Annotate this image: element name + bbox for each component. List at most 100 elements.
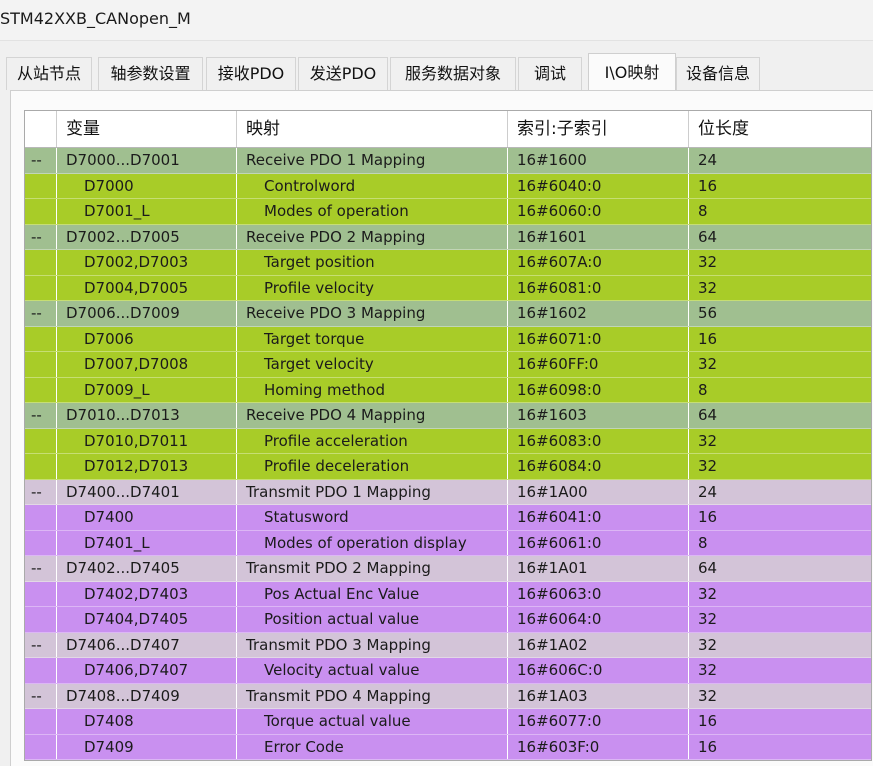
table-group-row[interactable]: --D7400...D7401Transmit PDO 1 Mapping16#…	[25, 480, 871, 506]
collapse-toggle[interactable]: --	[25, 148, 57, 173]
mapping-cell: Error Code	[237, 735, 508, 760]
table-group-row[interactable]: --D7406...D7407Transmit PDO 3 Mapping16#…	[25, 633, 871, 659]
mapping-cell: Target velocity	[237, 352, 508, 377]
index-cell: 16#6081:0	[508, 276, 689, 301]
index-cell: 16#6064:0	[508, 607, 689, 632]
variable-cell[interactable]: D7406,D7407	[57, 658, 237, 683]
table-group-row[interactable]: --D7010...D7013Receive PDO 4 Mapping16#1…	[25, 403, 871, 429]
bit-length-cell: 16	[689, 174, 871, 199]
table-row[interactable]: D7400Statusword16#6041:016	[25, 505, 871, 531]
table-row[interactable]: D7408Torque actual value16#6077:016	[25, 709, 871, 735]
variable-cell[interactable]: D7000	[57, 174, 237, 199]
variable-cell[interactable]: D7406...D7407	[57, 633, 237, 658]
index-cell: 16#1A03	[508, 684, 689, 709]
table-row[interactable]: D7406,D7407Velocity actual value16#606C:…	[25, 658, 871, 684]
bit-length-cell: 16	[689, 709, 871, 734]
table-row[interactable]: D7010,D7011Profile acceleration16#6083:0…	[25, 429, 871, 455]
table-group-row[interactable]: --D7006...D7009Receive PDO 3 Mapping16#1…	[25, 301, 871, 327]
variable-cell[interactable]: D7010...D7013	[57, 403, 237, 428]
collapse-toggle[interactable]: --	[25, 225, 57, 250]
table-row[interactable]: D7000Controlword16#6040:016	[25, 174, 871, 200]
table-group-row[interactable]: --D7408...D7409Transmit PDO 4 Mapping16#…	[25, 684, 871, 710]
variable-cell[interactable]: D7007,D7008	[57, 352, 237, 377]
collapse-toggle[interactable]: --	[25, 480, 57, 505]
variable-cell[interactable]: D7000...D7001	[57, 148, 237, 173]
index-cell: 16#1603	[508, 403, 689, 428]
table-row[interactable]: D7002,D7003Target position16#607A:032	[25, 250, 871, 276]
tab-device-info[interactable]: 设备信息	[676, 57, 760, 90]
collapse-toggle[interactable]: --	[25, 684, 57, 709]
collapse-toggle[interactable]: --	[25, 633, 57, 658]
variable-cell[interactable]: D7404,D7405	[57, 607, 237, 632]
variable-cell[interactable]: D7009_L	[57, 378, 237, 403]
index-cell: 16#6060:0	[508, 199, 689, 224]
tab-slave-node[interactable]: 从站节点	[6, 57, 92, 90]
mapping-cell: Statusword	[237, 505, 508, 530]
table-row[interactable]: D7004,D7005Profile velocity16#6081:032	[25, 276, 871, 302]
variable-cell[interactable]: D7400...D7401	[57, 480, 237, 505]
table-group-row[interactable]: --D7002...D7005Receive PDO 2 Mapping16#1…	[25, 225, 871, 251]
bit-length-cell: 64	[689, 225, 871, 250]
variable-cell[interactable]: D7402...D7405	[57, 556, 237, 581]
mapping-cell: Receive PDO 3 Mapping	[237, 301, 508, 326]
mapping-cell: Profile velocity	[237, 276, 508, 301]
row-spacer	[25, 327, 57, 352]
variable-cell[interactable]: D7402,D7403	[57, 582, 237, 607]
bit-length-cell: 16	[689, 505, 871, 530]
variable-cell[interactable]: D7408	[57, 709, 237, 734]
table-row[interactable]: D7001_LModes of operation16#6060:08	[25, 199, 871, 225]
bit-length-cell: 64	[689, 403, 871, 428]
tab-receive-pdo[interactable]: 接收PDO	[206, 57, 296, 90]
mapping-cell: Receive PDO 2 Mapping	[237, 225, 508, 250]
table-row[interactable]: D7007,D7008Target velocity16#60FF:032	[25, 352, 871, 378]
mapping-cell: Transmit PDO 2 Mapping	[237, 556, 508, 581]
collapse-toggle[interactable]: --	[25, 556, 57, 581]
table-group-row[interactable]: --D7000...D7001Receive PDO 1 Mapping16#1…	[25, 148, 871, 174]
table-row[interactable]: D7401_LModes of operation display16#6061…	[25, 531, 871, 557]
variable-cell[interactable]: D7401_L	[57, 531, 237, 556]
variable-cell[interactable]: D7010,D7011	[57, 429, 237, 454]
mapping-cell: Receive PDO 1 Mapping	[237, 148, 508, 173]
header-mapping[interactable]: 映射	[237, 111, 508, 147]
header-bit-length[interactable]: 位长度	[689, 111, 871, 147]
table-row[interactable]: D7009_LHoming method16#6098:08	[25, 378, 871, 404]
table-row[interactable]: D7006Target torque16#6071:016	[25, 327, 871, 353]
variable-cell[interactable]: D7006...D7009	[57, 301, 237, 326]
variable-cell[interactable]: D7408...D7409	[57, 684, 237, 709]
table-row[interactable]: D7404,D7405Position actual value16#6064:…	[25, 607, 871, 633]
variable-cell[interactable]: D7012,D7013	[57, 454, 237, 479]
variable-cell[interactable]: D7400	[57, 505, 237, 530]
variable-cell[interactable]: D7409	[57, 735, 237, 760]
table-header: 变量 映射 索引:子索引 位长度	[25, 111, 871, 148]
table-group-row[interactable]: --D7402...D7405Transmit PDO 2 Mapping16#…	[25, 556, 871, 582]
tab-transmit-pdo[interactable]: 发送PDO	[298, 57, 388, 90]
tab-service-data-objects[interactable]: 服务数据对象	[390, 57, 516, 90]
tab-axis-params[interactable]: 轴参数设置	[98, 57, 203, 90]
bit-length-cell: 56	[689, 301, 871, 326]
variable-cell[interactable]: D7006	[57, 327, 237, 352]
header-index-subindex[interactable]: 索引:子索引	[508, 111, 689, 147]
io-mapping-table: 变量 映射 索引:子索引 位长度 --D7000...D7001Receive …	[24, 110, 872, 761]
tab-io-mapping[interactable]: I\O映射	[588, 53, 676, 92]
row-spacer	[25, 454, 57, 479]
index-cell: 16#1A01	[508, 556, 689, 581]
table-row[interactable]: D7402,D7403Pos Actual Enc Value16#6063:0…	[25, 582, 871, 608]
row-spacer	[25, 607, 57, 632]
bit-length-cell: 32	[689, 250, 871, 275]
variable-cell[interactable]: D7002,D7003	[57, 250, 237, 275]
tab-debug[interactable]: 调试	[518, 57, 582, 90]
collapse-toggle[interactable]: --	[25, 403, 57, 428]
mapping-cell: Modes of operation display	[237, 531, 508, 556]
index-cell: 16#6084:0	[508, 454, 689, 479]
mapping-cell: Transmit PDO 4 Mapping	[237, 684, 508, 709]
variable-cell[interactable]: D7002...D7005	[57, 225, 237, 250]
variable-cell[interactable]: D7004,D7005	[57, 276, 237, 301]
table-row[interactable]: D7012,D7013Profile deceleration16#6084:0…	[25, 454, 871, 480]
variable-cell[interactable]: D7001_L	[57, 199, 237, 224]
bit-length-cell: 32	[689, 684, 871, 709]
collapse-toggle[interactable]: --	[25, 301, 57, 326]
header-variable[interactable]: 变量	[57, 111, 237, 147]
bit-length-cell: 16	[689, 327, 871, 352]
table-row[interactable]: D7409Error Code16#603F:016	[25, 735, 871, 761]
index-cell: 16#6063:0	[508, 582, 689, 607]
